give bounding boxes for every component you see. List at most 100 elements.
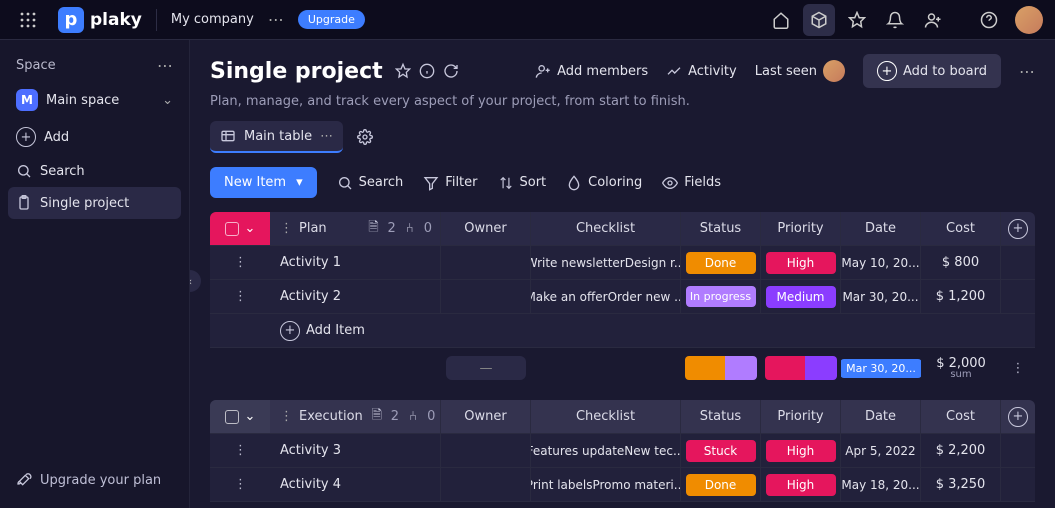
summary-row: — Mar 30, 20... $ 2,000sum ⋮ bbox=[210, 348, 1035, 388]
company-name[interactable]: My company bbox=[171, 12, 254, 27]
item-name[interactable]: Activity 3 bbox=[270, 434, 441, 467]
cell-status[interactable]: Done bbox=[681, 246, 761, 279]
toolbar-coloring[interactable]: Coloring bbox=[566, 175, 642, 191]
table-row[interactable]: ⋮ Activity 1 Write newsletterDesign r...… bbox=[210, 246, 1035, 280]
toolbar-fields[interactable]: Fields bbox=[662, 175, 721, 191]
col-priority[interactable]: Priority bbox=[761, 212, 841, 245]
group-select[interactable]: ⌄ bbox=[210, 212, 270, 245]
table-row[interactable]: ⋮ Activity 4 Print labelsPromo materi...… bbox=[210, 468, 1035, 502]
cell-priority[interactable]: High bbox=[761, 434, 841, 467]
activity-button[interactable]: Activity bbox=[666, 63, 737, 79]
col-owner[interactable]: Owner bbox=[441, 212, 531, 245]
sidebar-collapse-button[interactable]: ‹ bbox=[190, 270, 201, 292]
cell-owner[interactable] bbox=[441, 280, 531, 313]
sidebar-item-main-space[interactable]: M Main space ⌄ bbox=[8, 81, 181, 119]
summary-menu-icon[interactable]: ⋮ bbox=[1004, 361, 1033, 376]
item-name[interactable]: Activity 1 bbox=[270, 246, 441, 279]
group-select[interactable]: ⌄ bbox=[210, 400, 270, 433]
upgrade-button[interactable]: Upgrade bbox=[298, 10, 365, 29]
add-column-button[interactable]: + bbox=[1001, 212, 1035, 245]
col-execution[interactable]: ⋮Execution🗎2⑃0 bbox=[270, 400, 441, 433]
cell-date[interactable]: May 18, 20... bbox=[841, 468, 921, 501]
last-seen[interactable]: Last seen bbox=[755, 60, 845, 82]
invite-icon[interactable] bbox=[917, 4, 949, 36]
toolbar-filter[interactable]: Filter bbox=[423, 175, 477, 191]
cell-date[interactable]: Apr 5, 2022 bbox=[841, 434, 921, 467]
settings-icon[interactable] bbox=[357, 129, 373, 145]
company-menu-icon[interactable]: ⋯ bbox=[268, 10, 284, 29]
toolbar-search[interactable]: Search bbox=[337, 175, 404, 191]
help-icon[interactable] bbox=[973, 4, 1005, 36]
tab-main-table[interactable]: Main table ⋯ bbox=[210, 121, 343, 153]
cell-checklist[interactable]: Make an offerOrder new ... bbox=[531, 280, 681, 313]
chevron-down-icon[interactable]: ⌄ bbox=[245, 221, 256, 236]
row-menu-icon[interactable]: ⋮ bbox=[226, 289, 255, 304]
add-members-button[interactable]: Add members bbox=[535, 63, 648, 79]
info-icon[interactable] bbox=[419, 63, 435, 79]
cell-owner[interactable] bbox=[441, 468, 531, 501]
drag-icon: ⋮ bbox=[280, 409, 293, 424]
col-checklist[interactable]: Checklist bbox=[531, 400, 681, 433]
col-date[interactable]: Date bbox=[841, 212, 921, 245]
cell-date[interactable]: May 10, 20... bbox=[841, 246, 921, 279]
table-row[interactable]: ⋮ Activity 2 Make an offerOrder new ... … bbox=[210, 280, 1035, 314]
col-status[interactable]: Status bbox=[681, 400, 761, 433]
logo[interactable]: p plaky bbox=[58, 7, 142, 33]
col-priority[interactable]: Priority bbox=[761, 400, 841, 433]
sidebar-search-label: Search bbox=[40, 164, 85, 179]
bell-icon[interactable] bbox=[879, 4, 911, 36]
col-cost[interactable]: Cost bbox=[921, 212, 1001, 245]
home-icon[interactable] bbox=[765, 4, 797, 36]
sidebar: Space ⋯ M Main space ⌄ + Add Search Sing… bbox=[0, 40, 190, 508]
cell-checklist[interactable]: Features updateNew tec... bbox=[531, 434, 681, 467]
group-header: ⌄ ⋮Plan🗎2⑃0 Owner Checklist Status Prior… bbox=[210, 212, 1035, 246]
cell-status[interactable]: In progress bbox=[681, 280, 761, 313]
board-menu-icon[interactable]: ⋯ bbox=[1019, 62, 1035, 81]
sidebar-menu-icon[interactable]: ⋯ bbox=[157, 56, 173, 75]
row-menu-icon[interactable]: ⋮ bbox=[226, 255, 255, 270]
cell-cost[interactable]: $ 3,250 bbox=[921, 468, 1001, 501]
cell-owner[interactable] bbox=[441, 434, 531, 467]
star-icon[interactable] bbox=[841, 4, 873, 36]
cell-priority[interactable]: High bbox=[761, 246, 841, 279]
cell-status[interactable]: Done bbox=[681, 468, 761, 501]
new-item-button[interactable]: New Item ▾ bbox=[210, 167, 317, 198]
avatar[interactable] bbox=[1015, 6, 1043, 34]
add-item-row[interactable]: +Add Item bbox=[210, 314, 1035, 348]
col-plan[interactable]: ⋮Plan🗎2⑃0 bbox=[270, 212, 441, 245]
item-name[interactable]: Activity 4 bbox=[270, 468, 441, 501]
star-outline-icon[interactable] bbox=[395, 63, 411, 79]
cell-priority[interactable]: Medium bbox=[761, 280, 841, 313]
row-menu-icon[interactable]: ⋮ bbox=[226, 477, 255, 492]
item-name[interactable]: Activity 2 bbox=[270, 280, 441, 313]
table-row[interactable]: ⋮ Activity 3 Features updateNew tec... S… bbox=[210, 434, 1035, 468]
add-to-board-button[interactable]: + Add to board bbox=[863, 54, 1001, 88]
col-date[interactable]: Date bbox=[841, 400, 921, 433]
col-checklist[interactable]: Checklist bbox=[531, 212, 681, 245]
cell-checklist[interactable]: Print labelsPromo materi... bbox=[531, 468, 681, 501]
sidebar-item-add[interactable]: + Add bbox=[8, 119, 181, 155]
col-owner[interactable]: Owner bbox=[441, 400, 531, 433]
cell-cost[interactable]: $ 800 bbox=[921, 246, 1001, 279]
col-cost[interactable]: Cost bbox=[921, 400, 1001, 433]
toolbar-sort[interactable]: Sort bbox=[498, 175, 547, 191]
cell-date[interactable]: Mar 30, 20... bbox=[841, 280, 921, 313]
refresh-icon[interactable] bbox=[443, 63, 459, 79]
cell-owner[interactable] bbox=[441, 246, 531, 279]
sidebar-item-search[interactable]: Search bbox=[8, 155, 181, 187]
toolbar: New Item ▾ Search Filter Sort Coloring F… bbox=[210, 167, 1035, 198]
sidebar-item-project[interactable]: Single project bbox=[8, 187, 181, 219]
apps-icon[interactable] bbox=[12, 4, 44, 36]
cell-priority[interactable]: High bbox=[761, 468, 841, 501]
cell-cost[interactable]: $ 2,200 bbox=[921, 434, 1001, 467]
chevron-down-icon[interactable]: ⌄ bbox=[245, 409, 256, 424]
view-menu-icon[interactable]: ⋯ bbox=[320, 129, 333, 144]
cell-cost[interactable]: $ 1,200 bbox=[921, 280, 1001, 313]
add-column-button[interactable]: + bbox=[1001, 400, 1035, 433]
cell-status[interactable]: Stuck bbox=[681, 434, 761, 467]
cube-icon[interactable] bbox=[803, 4, 835, 36]
cell-checklist[interactable]: Write newsletterDesign r... bbox=[531, 246, 681, 279]
sidebar-upgrade[interactable]: Upgrade your plan bbox=[8, 462, 181, 498]
col-status[interactable]: Status bbox=[681, 212, 761, 245]
row-menu-icon[interactable]: ⋮ bbox=[226, 443, 255, 458]
